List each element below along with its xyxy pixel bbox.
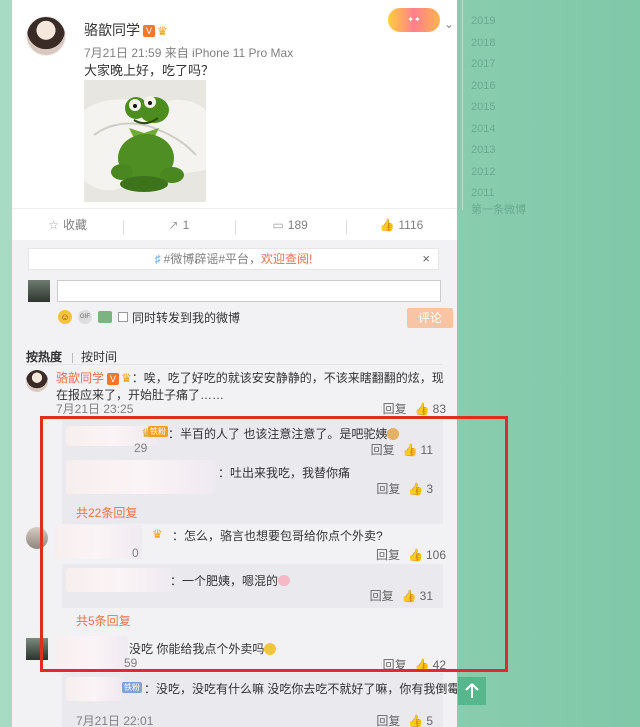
close-icon[interactable]: ×	[422, 249, 430, 269]
post-meta: 7月21日 21:59 来自 iPhone 11 Pro Max	[84, 46, 294, 60]
comment-input[interactable]	[57, 280, 441, 302]
repost-checkbox[interactable]	[118, 312, 128, 322]
author-name[interactable]: 骆歆同学	[84, 22, 140, 38]
fan-badge-icon: 铁粉	[122, 682, 142, 693]
sort-tabs: 按热度 按时间	[26, 348, 127, 365]
comment-item: 骆歆同学 V ♛：唉，吃了好吃的就该安安静静的，不该来瞎翻翻的炫，现在报应来了，开始…	[26, 370, 446, 417]
year-item[interactable]: 2013	[470, 140, 495, 162]
thumbs-up-icon: 👍	[379, 217, 395, 232]
thumbs-up-icon[interactable]: 👍	[408, 714, 423, 727]
reply-list: 铁粉 ：没吃，没吃有什么嘛 没吃你去吃不就好了嘛，你有我倒霉 7月21日 22:…	[62, 673, 457, 727]
year-item[interactable]: 2016	[470, 76, 495, 98]
crown-icon: ♛	[157, 24, 168, 39]
post-image[interactable]	[84, 80, 206, 202]
my-avatar	[28, 280, 50, 302]
timeline-line	[462, 0, 463, 210]
comment-actions: 回复 👍 83	[383, 400, 446, 417]
repost-count: 1	[182, 217, 190, 232]
promo-badge-icon[interactable]: ✦✦	[388, 8, 440, 32]
rumor-notice[interactable]: ♯ #微博辟谣#平台，欢迎查阅! ×	[28, 248, 439, 270]
like-button[interactable]: 👍 1116	[345, 217, 457, 234]
reply-text: ：没吃，没吃有什么嘛 没吃你去吃不就好了嘛，你有我倒霉	[144, 682, 457, 696]
like-count: 83	[432, 402, 446, 416]
vip-badge: V	[143, 25, 155, 38]
tab-hot[interactable]: 按热度	[26, 348, 62, 365]
sort-divider	[26, 364, 443, 365]
tab-time[interactable]: 按时间	[81, 348, 117, 365]
chevron-down-icon[interactable]: ⌄	[444, 17, 454, 31]
comment-button[interactable]: ▭ 189	[234, 217, 346, 234]
year-item[interactable]: 2019	[470, 11, 495, 33]
notice-link[interactable]: 欢迎查阅!	[261, 252, 312, 266]
vip-badge: V	[107, 372, 120, 385]
year-item[interactable]: 2014	[470, 119, 495, 141]
submit-comment-button[interactable]: 评论	[407, 308, 453, 328]
composer-tools: ☺ GIF 同时转发到我的微博	[58, 308, 240, 326]
star-icon: ☆	[48, 218, 59, 232]
tab-separator	[72, 352, 74, 363]
post-action-bar: ☆ 收藏 ↗ 1 ▭ 189 👍 1116	[12, 208, 457, 240]
comment-icon: ▭	[272, 217, 284, 232]
repost-checkbox-label: 同时转发到我的微博	[132, 310, 241, 325]
like-count: 1116	[398, 217, 424, 232]
blurred-username	[66, 677, 122, 701]
arrow-up-icon	[465, 683, 479, 698]
reply-time: 7月21日 22:01	[76, 714, 154, 727]
emoji-icon[interactable]: ☺	[58, 310, 72, 324]
post-text: 大家晚上好，吃了吗？	[84, 63, 215, 78]
image-icon[interactable]	[98, 311, 112, 323]
repost-icon: ↗	[168, 217, 179, 232]
reply-button[interactable]: 回复	[376, 714, 400, 727]
reply-button[interactable]: 回复	[383, 402, 407, 416]
year-item[interactable]: 2012	[470, 162, 495, 184]
comment-count: 189	[287, 217, 308, 232]
comment-author[interactable]: 骆歆同学	[56, 371, 104, 385]
year-timeline: 2019 2018 2017 2016 2015 2014 2013 2012 …	[470, 11, 495, 205]
comment-time: 7月21日 23:25	[56, 402, 134, 416]
like-count: 5	[426, 714, 433, 727]
notice-text: #微博辟谣#平台，	[163, 252, 261, 266]
year-item[interactable]: 2015	[470, 97, 495, 119]
first-post-link[interactable]: 第一条微博	[471, 201, 526, 217]
reply-actions: 回复 👍 5	[376, 712, 433, 727]
gif-icon[interactable]: GIF	[78, 310, 92, 324]
favorite-label: 收藏	[63, 218, 88, 232]
comment-avatar[interactable]	[26, 370, 48, 392]
hashtag-icon: ♯	[154, 252, 161, 266]
year-item[interactable]: 2017	[470, 54, 495, 76]
year-item[interactable]: 2018	[470, 33, 495, 55]
author-name-row: 骆歆同学 V ♛	[84, 20, 168, 40]
favorite-button[interactable]: ☆ 收藏	[12, 216, 123, 233]
highlight-box	[40, 416, 508, 672]
crown-icon: ♛	[121, 371, 132, 386]
author-avatar[interactable]	[26, 16, 66, 56]
back-to-top-button[interactable]	[458, 677, 486, 705]
thumbs-up-icon[interactable]: 👍	[415, 402, 430, 416]
repost-button[interactable]: ↗ 1	[123, 217, 234, 234]
kermit-photo-icon	[84, 80, 206, 202]
